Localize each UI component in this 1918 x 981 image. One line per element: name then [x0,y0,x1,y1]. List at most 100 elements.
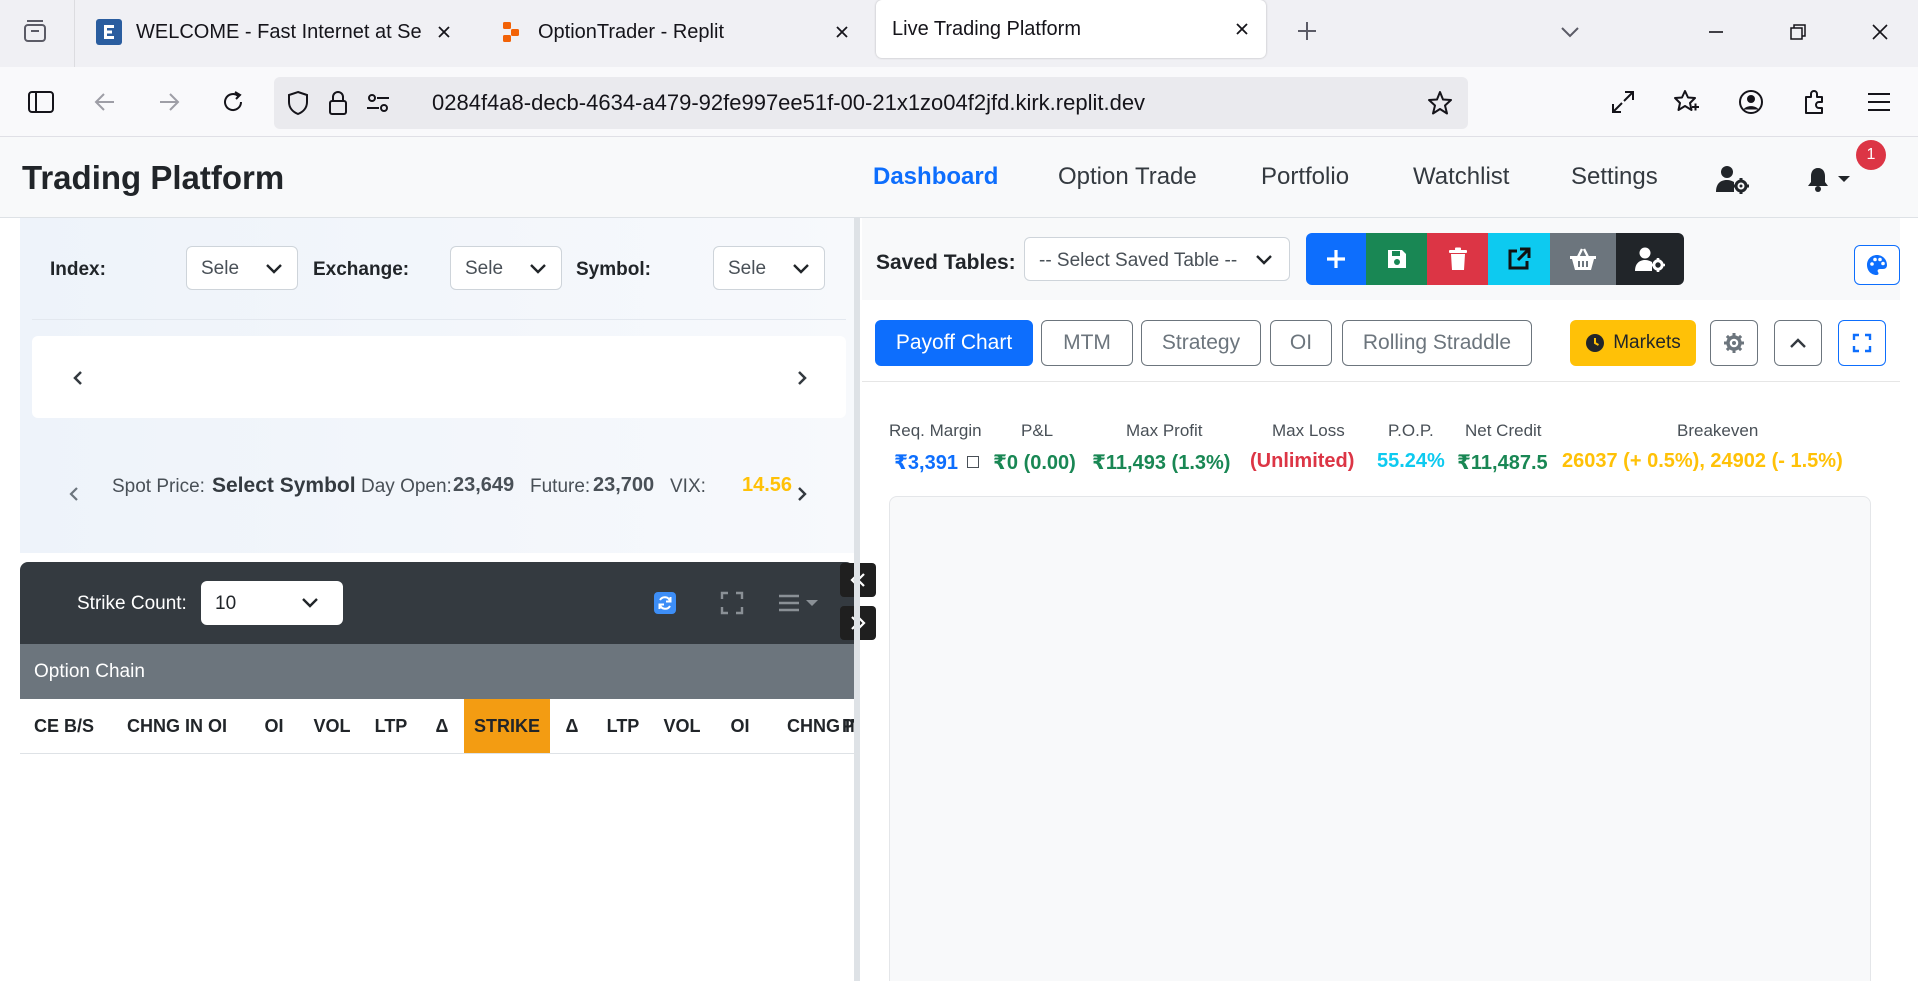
col-pe-ltp[interactable]: LTP [594,699,652,753]
col-ce-bs[interactable]: CE B/S [20,699,108,753]
index-select[interactable]: Sele [186,246,298,290]
basket-icon [1570,248,1596,270]
symbol-label: Symbol: [576,259,651,280]
browser-tab-live-trading[interactable]: Live Trading Platform [876,0,1266,58]
tab-oi[interactable]: OI [1270,320,1332,366]
brand-title[interactable]: Trading Platform [22,159,284,197]
pop-value: 55.24% [1377,450,1445,472]
export-table-button[interactable] [1488,233,1550,285]
max-loss-label: Max Loss [1272,421,1345,440]
carousel-next-icon[interactable] [790,366,814,390]
tab-overflow-chevron-icon[interactable] [1550,12,1590,52]
nav-settings[interactable]: Settings [1571,163,1658,191]
bookmark-star-icon[interactable] [1426,89,1454,117]
account-icon[interactable] [1732,83,1770,121]
close-tab-icon[interactable] [432,20,456,44]
chevron-down-icon [793,264,809,274]
col-ce-oi[interactable]: OI [246,699,302,753]
menu-hamburger-icon[interactable] [1860,83,1898,121]
user-settings-icon [1635,247,1665,272]
pnl-value: ₹0 (0.00) [993,452,1076,474]
max-profit-value: ₹11,493 (1.3%) [1092,452,1231,474]
new-tab-icon[interactable] [1290,14,1324,48]
col-ce-vol[interactable]: VOL [302,699,362,753]
chevron-down-icon [530,264,546,274]
tab-payoff-chart[interactable]: Payoff Chart [875,320,1033,366]
column-menu-icon[interactable] [776,589,822,617]
col-pe-bs[interactable]: P [838,699,854,753]
col-pe-delta[interactable]: Δ [550,699,594,753]
chevron-down-icon [1256,255,1272,265]
user-config-button[interactable] [1616,233,1684,285]
payoff-chart-area[interactable] [889,496,1871,981]
sidebar-toggle-icon[interactable] [22,83,60,121]
gear-icon [1724,333,1744,353]
fullscreen-expand-icon[interactable] [1604,83,1642,121]
chart-settings-button[interactable] [1710,320,1758,366]
collapse-panel-button[interactable] [1774,320,1822,366]
col-strike[interactable]: STRIKE [464,699,550,753]
tab-mtm[interactable]: MTM [1041,320,1133,366]
strike-count-select[interactable]: 10 [201,581,343,625]
symbol-select[interactable]: Sele [713,246,825,290]
nav-watchlist[interactable]: Watchlist [1413,163,1509,191]
lock-icon[interactable] [324,89,352,117]
expand-chain-icon[interactable] [718,589,746,617]
minimize-window-icon[interactable] [1696,12,1736,52]
close-tab-icon[interactable] [1230,17,1254,41]
close-tab-icon[interactable] [830,20,854,44]
markets-button[interactable]: Markets [1570,320,1696,366]
ticker-prev-icon[interactable] [62,482,86,506]
theme-palette-button[interactable] [1854,245,1900,285]
tab-title: Live Trading Platform [892,17,1081,40]
col-ce-ltp[interactable]: LTP [362,699,420,753]
basket-button[interactable] [1550,233,1616,285]
browser-tab-optiontrader[interactable]: OptionTrader - Replit [498,4,854,60]
trash-icon [1448,247,1467,270]
app-header: Trading Platform Dashboard Option Trade … [0,137,1918,218]
address-bar[interactable]: 0284f4a8-decb-4634-a479-92fe997ee51f-00-… [274,77,1468,129]
col-ce-chng-oi[interactable]: CHNG IN OI [108,699,246,753]
forward-arrow-icon[interactable] [150,83,188,121]
fullscreen-chart-button[interactable] [1838,320,1886,366]
tab-list-icon[interactable] [18,14,52,48]
max-profit-label: Max Profit [1126,421,1203,440]
tab-strategy[interactable]: Strategy [1141,320,1261,366]
exchange-label: Exchange: [313,259,410,280]
browser-tab-bar: WELCOME - Fast Internet at Sea OptionTra… [0,0,1918,67]
notification-dropdown-caret-icon[interactable] [1834,161,1854,197]
permissions-icon[interactable] [364,89,392,117]
saved-table-placeholder: -- Select Saved Table -- [1039,250,1238,271]
index-select-value: Sele [201,258,240,279]
add-table-button[interactable] [1306,233,1366,285]
info-square-icon[interactable] [967,456,979,468]
nav-option-trade[interactable]: Option Trade [1058,163,1197,191]
close-window-icon[interactable] [1860,12,1900,52]
col-ce-delta[interactable]: Δ [420,699,464,753]
back-arrow-icon[interactable] [86,83,124,121]
browser-tab-welcome[interactable]: WELCOME - Fast Internet at Sea [96,4,456,60]
tab-rolling-straddle[interactable]: Rolling Straddle [1342,320,1532,366]
exchange-select[interactable]: Sele [450,246,562,290]
extensions-icon[interactable] [1796,83,1834,121]
saved-table-select[interactable]: -- Select Saved Table -- [1024,237,1290,281]
col-pe-vol[interactable]: VOL [652,699,712,753]
refresh-icon[interactable] [651,589,679,617]
notification-bell-icon[interactable] [1800,161,1836,197]
reading-list-icon[interactable] [1668,83,1706,121]
panel-splitter[interactable] [854,218,860,981]
instrument-filter-panel: Index: Sele Exchange: Sele Symbol: Sele … [20,218,854,553]
day-open-label: Day Open: [361,476,452,497]
breakeven-value: 26037 (+ 0.5%), 24902 (- 1.5%) [1562,450,1843,472]
user-settings-icon[interactable] [1714,161,1750,197]
nav-portfolio[interactable]: Portfolio [1261,163,1349,191]
save-table-button[interactable] [1366,233,1427,285]
ticker-next-icon[interactable] [790,482,814,506]
delete-table-button[interactable] [1427,233,1488,285]
col-pe-oi[interactable]: OI [712,699,768,753]
restore-window-icon[interactable] [1778,12,1818,52]
shield-icon[interactable] [284,89,312,117]
reload-icon[interactable] [214,83,252,121]
carousel-prev-icon[interactable] [66,366,90,390]
nav-dashboard[interactable]: Dashboard [873,163,998,191]
